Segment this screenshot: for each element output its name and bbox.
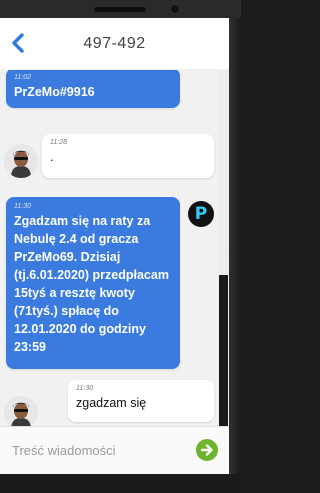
message-bubble-sent: 11:02 PrZeMo#9916 <box>6 70 180 108</box>
message-time: 11:02 <box>14 74 31 81</box>
chat-title: 497-492 <box>83 34 146 52</box>
message-time: 11:28 <box>50 139 67 146</box>
message-text: . <box>50 150 54 164</box>
user-avatar-icon <box>4 396 38 426</box>
message-text: PrZeMo#9916 <box>14 85 95 99</box>
message-bubble-received: 11:30 zgadzam się <box>68 380 214 422</box>
phone-bottom-bezel <box>0 474 241 493</box>
message-text: zgadzam się <box>76 396 147 410</box>
scrollbar[interactable] <box>218 70 229 426</box>
user-avatar-icon <box>4 144 38 178</box>
avatar[interactable] <box>4 396 38 426</box>
chevron-left-icon <box>12 33 24 53</box>
camera-icon <box>170 4 180 14</box>
avatar-letter: P <box>194 204 208 224</box>
message-bubble-received: 11:28 . <box>42 134 214 178</box>
avatar[interactable] <box>4 144 38 178</box>
message-input[interactable] <box>0 427 190 473</box>
message-time: 11:30 <box>76 385 93 392</box>
message-time: 11:30 <box>14 203 31 210</box>
message-composer <box>0 426 229 474</box>
speaker-grille <box>94 7 146 12</box>
chat-header: 497-492 <box>0 18 229 70</box>
chat-screen: 497-492 11:02 PrZeMo#9916 11:28 . 11:30 … <box>0 18 229 474</box>
phone-side-edge <box>229 18 241 474</box>
message-text: Zgadzam się na raty za Nebulę 2.4 od gra… <box>14 214 173 354</box>
message-bubble-sent: 11:30 Zgadzam się na raty za Nebulę 2.4 … <box>6 197 180 369</box>
back-button[interactable] <box>6 31 30 55</box>
send-button[interactable] <box>196 439 218 461</box>
avatar[interactable]: P <box>188 201 214 227</box>
arrow-right-icon <box>200 444 213 456</box>
scrollbar-thumb[interactable] <box>219 275 228 426</box>
message-list[interactable]: 11:02 PrZeMo#9916 11:28 . 11:30 Zgadzam … <box>0 70 218 426</box>
